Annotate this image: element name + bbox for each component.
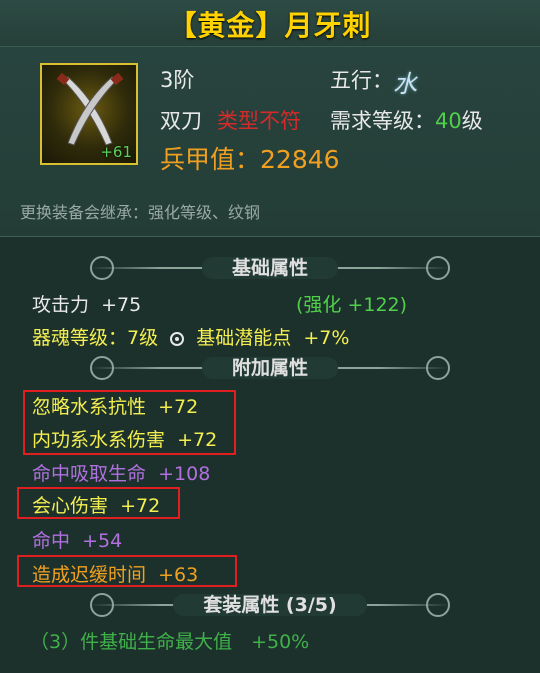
attack-value: +75	[101, 294, 142, 316]
set-section-title: 套装属性 (3/5)	[173, 594, 367, 616]
extra-section-header: 附加属性	[90, 353, 450, 383]
inherit-note: 更换装备会继承：强化等级、纹钢	[20, 203, 261, 222]
base-section-title: 基础属性	[201, 257, 338, 279]
potential-value: +7%	[303, 327, 350, 349]
power-row: 兵甲值：22846	[160, 140, 340, 176]
attr-value: +54	[82, 530, 123, 552]
item-tooltip-panel: 【黄金】月牙刺 +61 3阶 五行：水 双刀 类型不符 需求等级：40级 兵甲值…	[0, 0, 540, 673]
item-grade: 3阶	[160, 68, 195, 92]
radio-dot-icon	[170, 331, 185, 346]
potential-label: 基础潜能点	[196, 327, 292, 349]
attr-label: 命中	[32, 530, 71, 552]
attr-label: 内功系水系伤害	[32, 429, 166, 451]
attr-row: 内功系水系伤害 +72	[32, 425, 217, 452]
attr-label: 会心伤害	[32, 495, 109, 517]
attr-row: 命中吸取生命 +108	[32, 459, 210, 486]
attr-value: +108	[158, 463, 211, 485]
attr-label: 命中吸取生命	[32, 463, 147, 485]
attack-row: 攻击力 +75	[32, 290, 141, 317]
attr-row: 忽略水系抗性 +72	[32, 392, 198, 419]
weapon-type: 双刀	[160, 109, 202, 133]
attr-row: 造成迟缓时间 +63	[32, 560, 198, 587]
base-section-header: 基础属性	[90, 253, 450, 283]
element-row: 五行：水	[330, 64, 417, 99]
attr-value: +72	[120, 495, 161, 517]
attr-label: 造成迟缓时间	[32, 564, 147, 586]
required-level-unit: 级	[461, 109, 483, 133]
attr-row: 会心伤害 +72	[32, 491, 160, 518]
enhance-bonus: (强化 +122)	[296, 294, 408, 316]
title-bar: 【黄金】月牙刺	[0, 0, 540, 47]
extra-section-title: 附加属性	[201, 357, 338, 379]
attr-value: +63	[158, 564, 199, 586]
attr-row: 命中 +54	[32, 526, 122, 553]
attr-value: +72	[177, 429, 218, 451]
set-section-header: 套装属性 (3/5)	[90, 590, 450, 620]
item-icon-frame[interactable]: +61	[40, 63, 138, 165]
power-label: 兵甲值：	[160, 145, 261, 174]
required-level-value: 40	[435, 109, 462, 133]
attack-label: 攻击力	[32, 294, 90, 316]
water-element-icon: 水	[393, 70, 417, 98]
required-level: 需求等级：40级	[330, 105, 483, 135]
item-title: 【黄金】月牙刺	[168, 9, 372, 42]
set-bonus: （3）件基础生命最大值 +50%	[30, 631, 310, 653]
attr-value: +72	[158, 396, 199, 418]
enhance-level-badge: +61	[100, 143, 132, 161]
soul-level: 器魂等级：7级	[32, 327, 159, 349]
type-mismatch-text: 类型不符	[217, 109, 301, 133]
soul-row: 器魂等级：7级 基础潜能点 +7%	[32, 323, 349, 350]
attr-label: 忽略水系抗性	[32, 396, 147, 418]
required-level-label: 需求等级：	[330, 109, 435, 133]
element-label: 五行：	[330, 68, 393, 93]
power-value: 22846	[260, 145, 340, 174]
